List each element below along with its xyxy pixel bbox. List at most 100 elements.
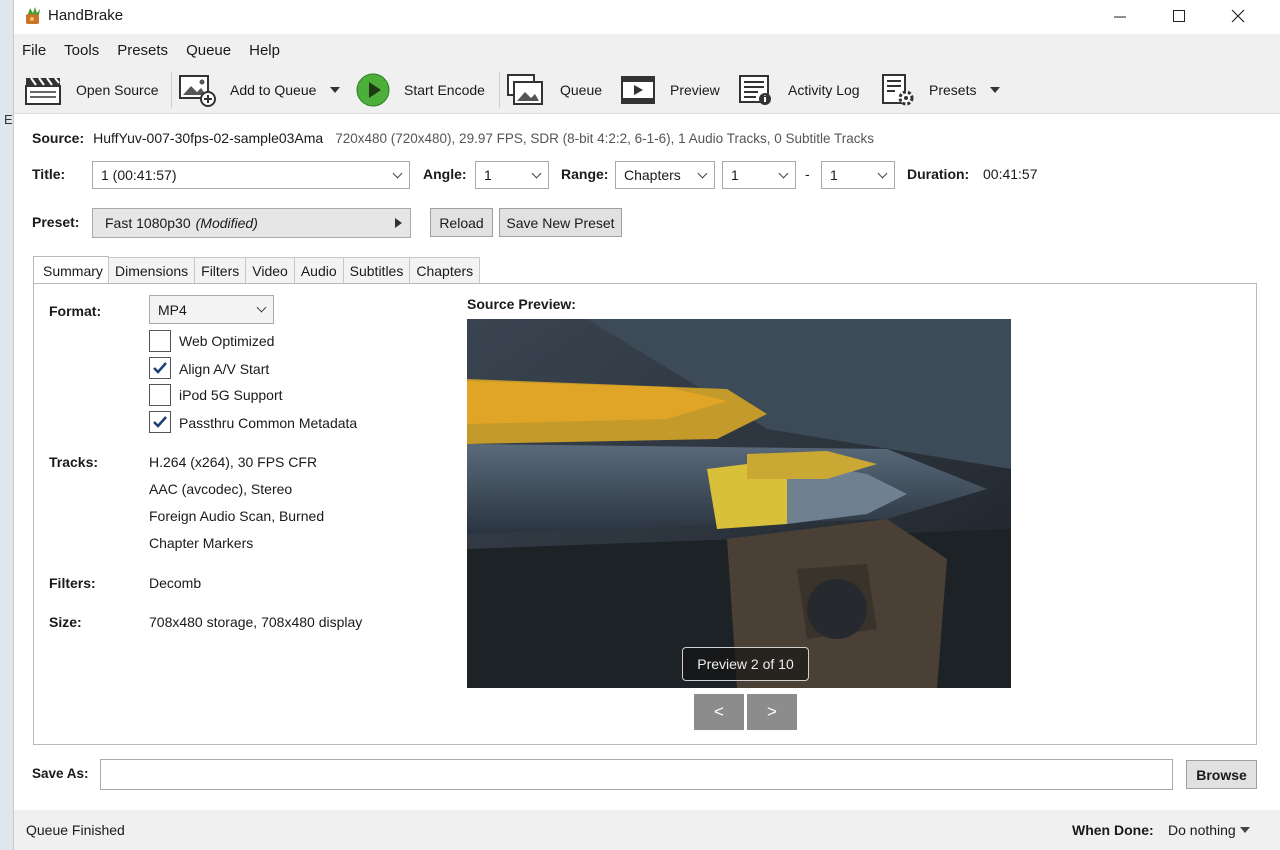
preview-frame-image bbox=[467, 319, 1011, 688]
passthru-metadata-checkbox[interactable] bbox=[149, 411, 171, 433]
filters-value: Decomb bbox=[149, 575, 202, 591]
open-source-label: Open Source bbox=[76, 82, 159, 98]
source-preview-label: Source Preview: bbox=[467, 296, 576, 312]
angle-dropdown-value: 1 bbox=[484, 167, 492, 183]
format-label: Format: bbox=[49, 303, 102, 319]
align-av-start-checkbox[interactable] bbox=[149, 357, 171, 379]
handbrake-app-icon bbox=[26, 7, 40, 24]
preset-label: Preset: bbox=[32, 214, 80, 230]
add-to-queue-dropdown-icon[interactable] bbox=[330, 87, 341, 93]
tab-summary[interactable]: Summary bbox=[33, 256, 109, 284]
angle-dropdown[interactable]: 1 bbox=[475, 161, 549, 189]
chevron-down-icon bbox=[877, 168, 888, 179]
presets-dropdown-icon[interactable] bbox=[990, 87, 1001, 93]
menu-bar: File Tools Presets Queue Help bbox=[14, 34, 1280, 66]
reload-button[interactable]: Reload bbox=[430, 208, 493, 237]
queue-button[interactable]: Queue bbox=[506, 66, 602, 114]
presets-label: Presets bbox=[929, 82, 977, 98]
range-end-value: 1 bbox=[830, 167, 838, 183]
checkmark-icon bbox=[153, 362, 167, 374]
menu-tools[interactable]: Tools bbox=[64, 42, 99, 59]
range-type-value: Chapters bbox=[624, 167, 681, 183]
presets-button[interactable]: Presets bbox=[881, 66, 1001, 114]
summary-panel: Format: MP4 Web Optimized Align A/V Star… bbox=[33, 283, 1257, 745]
track-subtitle: Foreign Audio Scan, Burned bbox=[149, 508, 325, 524]
menu-file[interactable]: File bbox=[22, 42, 46, 59]
ipod-5g-checkbox[interactable] bbox=[149, 384, 171, 406]
add-to-queue-button[interactable]: Add to Queue bbox=[178, 66, 341, 114]
tab-filters[interactable]: Filters bbox=[194, 257, 247, 283]
tracks-label: Tracks: bbox=[49, 454, 99, 470]
chevron-down-icon bbox=[392, 168, 403, 179]
range-label: Range: bbox=[561, 166, 609, 182]
minimize-icon bbox=[1114, 16, 1126, 18]
title-dropdown[interactable]: 1 (00:41:57) bbox=[92, 161, 410, 189]
chevron-down-icon bbox=[531, 168, 542, 179]
film-preview-icon bbox=[621, 76, 655, 104]
tab-chapters[interactable]: Chapters bbox=[409, 257, 481, 283]
tab-subtitles[interactable]: Subtitles bbox=[342, 257, 411, 283]
close-icon bbox=[1231, 9, 1245, 23]
format-dropdown-value: MP4 bbox=[158, 301, 187, 318]
track-chapters: Chapter Markers bbox=[149, 535, 254, 551]
add-image-icon bbox=[179, 75, 216, 107]
tab-dimensions[interactable]: Dimensions bbox=[108, 257, 196, 283]
start-encode-label: Start Encode bbox=[404, 82, 485, 98]
queue-icon bbox=[507, 74, 543, 105]
start-encode-button[interactable]: Start Encode bbox=[356, 66, 485, 114]
minimize-button[interactable] bbox=[1091, 0, 1149, 32]
source-name: HuffYuv-007-30fps-02-sample03Ama bbox=[93, 130, 324, 146]
size-value: 708x480 storage, 708x480 display bbox=[149, 614, 363, 630]
checkmark-icon bbox=[153, 416, 167, 428]
range-dash: - bbox=[805, 166, 810, 182]
when-done-dropdown[interactable]: Do nothing bbox=[1168, 822, 1250, 838]
tab-audio[interactable]: Audio bbox=[293, 257, 344, 283]
tab-video[interactable]: Video bbox=[245, 257, 295, 283]
title-dropdown-value: 1 (00:41:57) bbox=[101, 167, 177, 183]
triangle-right-icon bbox=[395, 218, 402, 228]
source-label: Source: bbox=[32, 130, 85, 146]
duration-label: Duration: bbox=[907, 166, 970, 182]
when-done-label: When Done: bbox=[1072, 822, 1154, 838]
maximize-button[interactable] bbox=[1150, 0, 1208, 32]
browse-button[interactable]: Browse bbox=[1186, 760, 1257, 789]
chevron-down-icon bbox=[256, 302, 267, 313]
activity-log-label: Activity Log bbox=[788, 82, 860, 98]
queue-label: Queue bbox=[560, 82, 603, 98]
web-optimized-checkbox[interactable] bbox=[149, 330, 171, 352]
when-done-chevron-icon bbox=[1239, 827, 1250, 833]
format-dropdown[interactable]: MP4 bbox=[149, 295, 274, 324]
status-bar: Queue Finished When Done: Do nothing bbox=[14, 810, 1280, 850]
presets-gear-icon bbox=[882, 74, 914, 106]
play-icon bbox=[356, 73, 390, 107]
chevron-down-icon bbox=[778, 168, 789, 179]
desktop-strip-text: E bbox=[4, 112, 13, 127]
open-source-button[interactable]: Open Source bbox=[24, 66, 159, 114]
activity-log-button[interactable]: Activity Log bbox=[738, 66, 860, 114]
range-type-dropdown[interactable]: Chapters bbox=[615, 161, 715, 189]
track-video: H.264 (x264), 30 FPS CFR bbox=[149, 454, 318, 470]
menu-presets[interactable]: Presets bbox=[117, 42, 168, 59]
track-audio: AAC (avcodec), Stereo bbox=[149, 481, 293, 497]
preset-selector[interactable]: Fast 1080p30 (Modified) bbox=[92, 208, 411, 238]
previous-preview-button[interactable]: < bbox=[694, 694, 744, 730]
preview-button[interactable]: Preview bbox=[620, 66, 720, 114]
save-as-input[interactable] bbox=[100, 759, 1173, 790]
web-optimized-label: Web Optimized bbox=[179, 333, 275, 349]
range-end-dropdown[interactable]: 1 bbox=[821, 161, 895, 189]
toolbar: Open Source Add to Queue Start Encode Qu… bbox=[14, 66, 1280, 114]
maximize-icon bbox=[1173, 10, 1185, 22]
close-button[interactable] bbox=[1209, 0, 1267, 32]
toolbar-separator bbox=[499, 72, 500, 108]
next-preview-button[interactable]: > bbox=[747, 694, 797, 730]
handbrake-window: HandBrake File Tools Presets Queue Help bbox=[13, 0, 1280, 850]
range-start-dropdown[interactable]: 1 bbox=[722, 161, 796, 189]
menu-queue[interactable]: Queue bbox=[186, 42, 231, 59]
menu-help[interactable]: Help bbox=[249, 42, 280, 59]
preset-value: Fast 1080p30 bbox=[105, 215, 191, 231]
title-label: Title: bbox=[32, 166, 66, 182]
save-new-preset-button[interactable]: Save New Preset bbox=[499, 208, 622, 237]
source-row: Source: HuffYuv-007-30fps-02-sample03Ama… bbox=[32, 130, 874, 146]
clapperboard-icon bbox=[25, 77, 61, 105]
tab-strip: Summary Dimensions Filters Video Audio S… bbox=[33, 256, 481, 284]
